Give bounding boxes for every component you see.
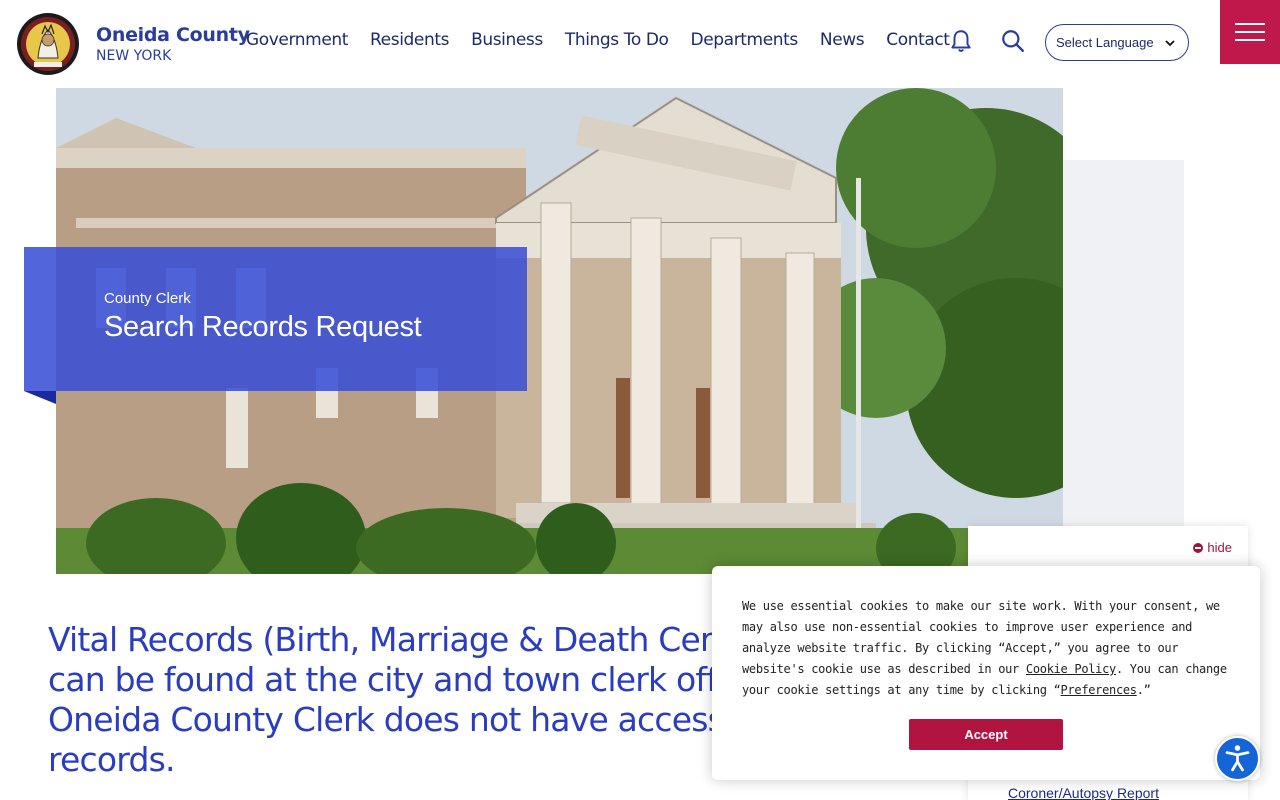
county-seal-logo[interactable] — [16, 12, 80, 76]
brand-subtitle: NEW YORK — [96, 48, 172, 64]
language-select[interactable]: Select Language — [1045, 24, 1189, 61]
nav-departments[interactable]: Departments — [691, 30, 799, 50]
side-panel-background — [1063, 160, 1184, 530]
bell-icon[interactable] — [948, 28, 974, 54]
cookie-policy-link[interactable]: Cookie Policy — [1026, 662, 1116, 676]
preferences-link[interactable]: Preferences — [1061, 683, 1137, 697]
menu-icon-bar — [1235, 39, 1265, 41]
hero-title-panel: County Clerk Search Records Request — [24, 247, 527, 391]
hide-widget-button[interactable]: hide — [1193, 540, 1232, 555]
coroner-autopsy-report-link[interactable]: Coroner/Autopsy Report — [1008, 785, 1159, 800]
hero-panel-fold — [24, 391, 56, 404]
nav-business[interactable]: Business — [471, 30, 543, 50]
nav-government[interactable]: Government — [246, 30, 348, 50]
cookie-text-part: .” — [1136, 683, 1151, 697]
hero-eyebrow[interactable]: County Clerk — [104, 290, 191, 307]
accept-cookies-button[interactable]: Accept — [909, 719, 1063, 750]
accessibility-icon[interactable] — [1215, 736, 1260, 781]
page-title: Search Records Request — [104, 311, 422, 343]
brand[interactable]: Oneida County NEW YORK — [96, 24, 250, 64]
main-nav: Government Residents Business Things To … — [246, 30, 972, 50]
site-header: Oneida County NEW YORK Government Reside… — [0, 0, 1280, 88]
menu-icon-bar — [1235, 31, 1265, 33]
hide-label: hide — [1207, 540, 1232, 555]
nav-contact[interactable]: Contact — [886, 30, 950, 50]
cookie-consent-banner: We use essential cookies to make our sit… — [712, 566, 1260, 780]
language-select-label: Select Language — [1056, 35, 1154, 50]
nav-things-to-do[interactable]: Things To Do — [565, 30, 669, 50]
nav-residents[interactable]: Residents — [370, 30, 449, 50]
menu-icon-bar — [1235, 23, 1265, 25]
chevron-down-icon — [1165, 40, 1175, 47]
nav-news[interactable]: News — [820, 30, 865, 50]
brand-name[interactable]: Oneida County — [96, 24, 250, 46]
cookie-message: We use essential cookies to make our sit… — [742, 596, 1236, 701]
search-icon[interactable] — [1000, 28, 1026, 54]
menu-button[interactable] — [1220, 0, 1280, 64]
minus-circle-icon — [1193, 542, 1204, 553]
